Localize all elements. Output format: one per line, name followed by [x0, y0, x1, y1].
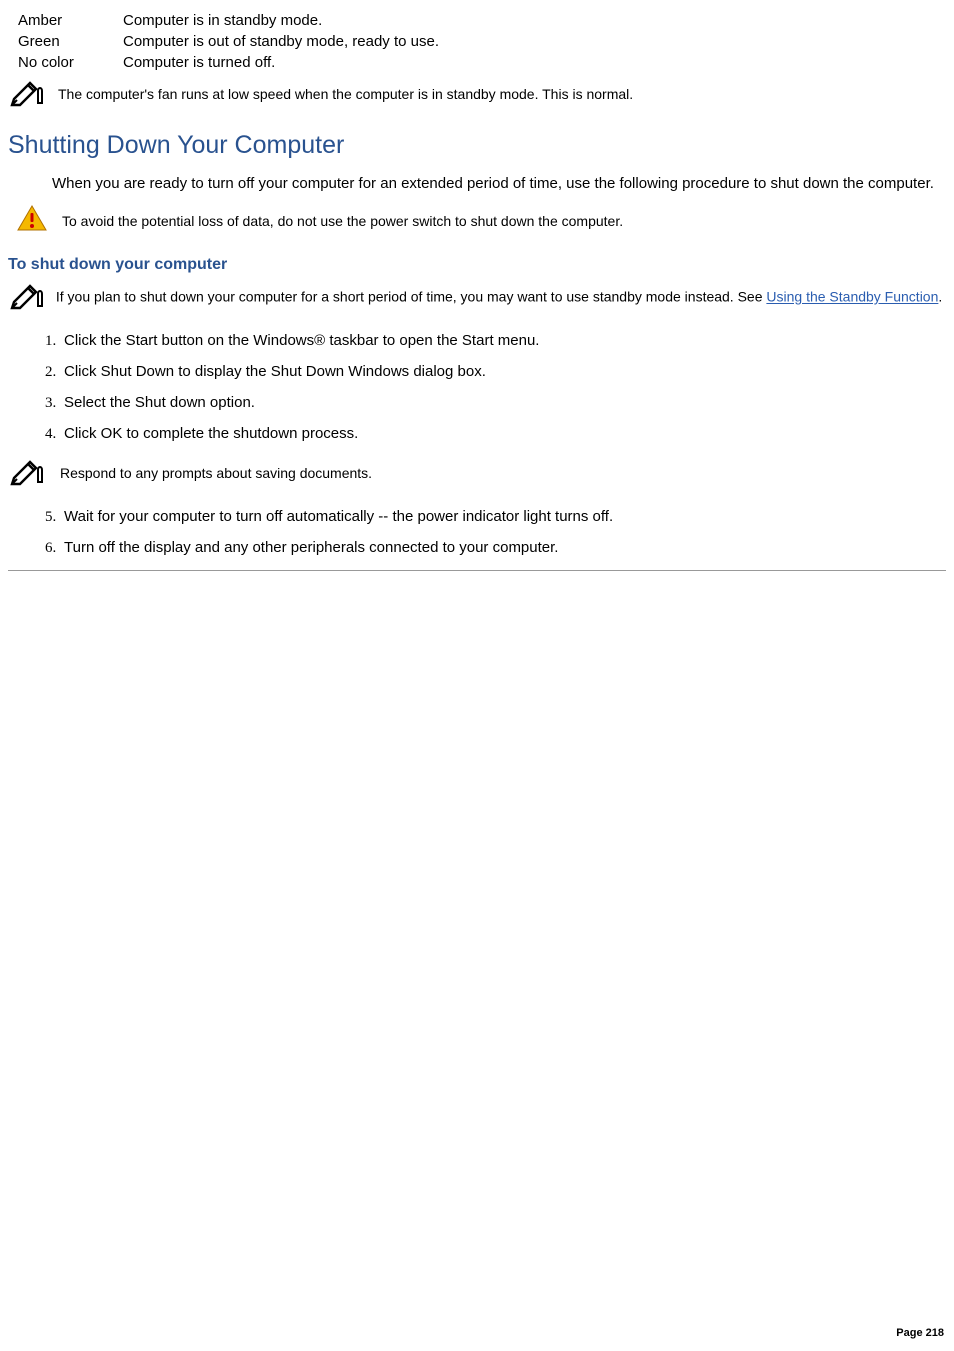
step-item: Select the Shut down option.	[60, 394, 946, 411]
steps-list: Click the Start button on the Windows® t…	[36, 332, 946, 442]
heading-shutdown: Shutting Down Your Computer	[8, 131, 946, 160]
note-respond: Respond to any prompts about saving docu…	[8, 456, 946, 490]
pen-note-icon	[8, 280, 52, 316]
note-standby: If you plan to shut down your computer f…	[8, 280, 946, 316]
note-text: Respond to any prompts about saving docu…	[60, 465, 372, 481]
heading-to-shutdown: To shut down your computer	[8, 256, 946, 274]
status-row: No color Computer is turned off.	[18, 52, 946, 73]
step-item: Click the Start button on the Windows® t…	[60, 332, 946, 349]
status-row: Green Computer is out of standby mode, r…	[18, 31, 946, 52]
link-standby-function[interactable]: Using the Standby Function	[766, 289, 938, 305]
status-desc: Computer is turned off.	[123, 52, 946, 73]
step-item: Turn off the display and any other perip…	[60, 539, 946, 556]
page-number: Page 218	[896, 1327, 944, 1339]
steps-list-cont: Wait for your computer to turn off autom…	[36, 508, 946, 556]
para-shutdown-intro: When you are ready to turn off your comp…	[52, 174, 946, 194]
status-label: Green	[18, 31, 123, 52]
status-label: No color	[18, 52, 123, 73]
pen-note-icon	[8, 456, 52, 490]
warning-note: To avoid the potential loss of data, do …	[16, 204, 946, 238]
step-item: Wait for your computer to turn off autom…	[60, 508, 946, 525]
section-divider	[8, 570, 946, 571]
step-item: Click Shut Down to display the Shut Down…	[60, 363, 946, 380]
pen-note-icon	[8, 77, 52, 111]
note-text: To avoid the potential loss of data, do …	[62, 213, 623, 229]
status-desc: Computer is in standby mode.	[123, 10, 946, 31]
note-text-pre: If you plan to shut down your computer f…	[56, 289, 767, 305]
status-row: Amber Computer is in standby mode.	[18, 10, 946, 31]
status-desc: Computer is out of standby mode, ready t…	[123, 31, 946, 52]
step-item: Click OK to complete the shutdown proces…	[60, 425, 946, 442]
status-label: Amber	[18, 10, 123, 31]
note-text: The computer's fan runs at low speed whe…	[58, 86, 633, 102]
status-table: Amber Computer is in standby mode. Green…	[18, 10, 946, 73]
note-text-post: .	[938, 289, 942, 305]
note-fan: The computer's fan runs at low speed whe…	[8, 77, 946, 111]
warning-icon	[16, 204, 48, 238]
